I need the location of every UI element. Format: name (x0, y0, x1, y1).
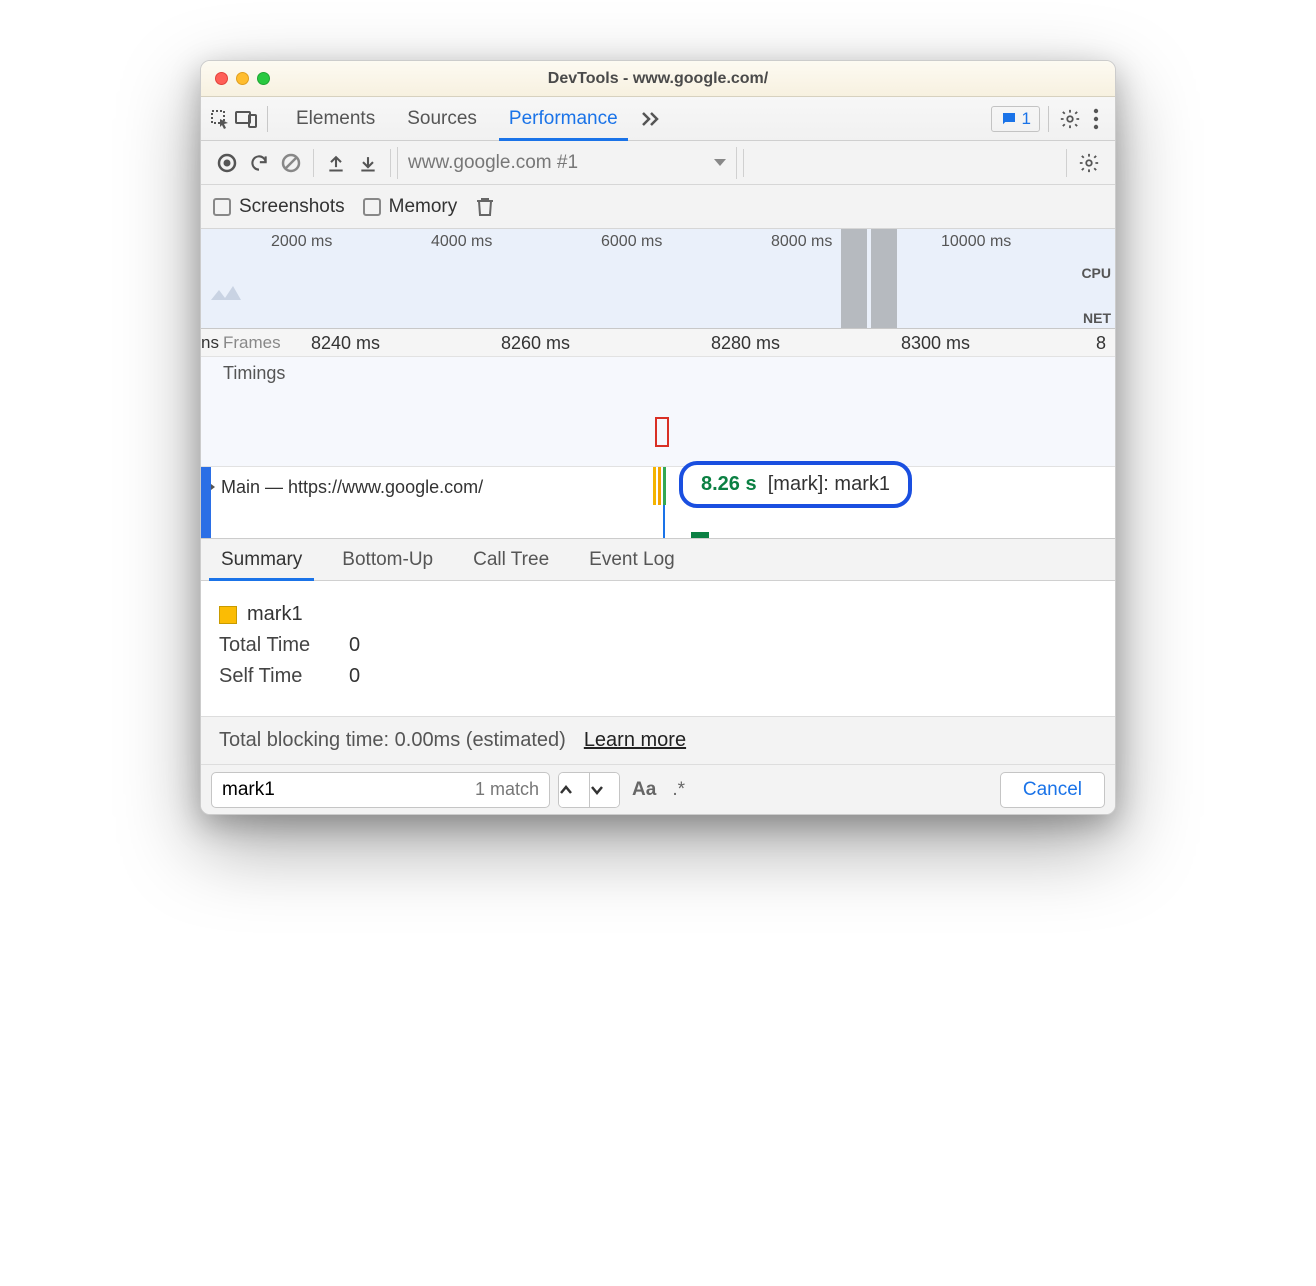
detail-tick: 8260 ms (501, 333, 570, 354)
frames-label: Frames (223, 333, 281, 353)
tab-call-tree[interactable]: Call Tree (453, 539, 569, 580)
ruler-unit: ns (201, 333, 219, 353)
summary-name: mark1 (247, 603, 303, 626)
timing-marker[interactable] (655, 417, 669, 447)
settings-icon[interactable] (1057, 106, 1083, 132)
screenshots-checkbox[interactable]: Screenshots (213, 196, 345, 218)
overview-tick: 8000 ms (771, 233, 832, 251)
learn-more-link[interactable]: Learn more (584, 729, 686, 752)
window-controls (215, 72, 270, 85)
upload-button[interactable] (320, 147, 352, 179)
zoom-window-button[interactable] (257, 72, 270, 85)
tab-sources[interactable]: Sources (391, 98, 493, 140)
self-time-value: 0 (349, 665, 360, 688)
inspect-icon[interactable] (207, 106, 233, 132)
timings-label: Timings (223, 363, 285, 384)
case-toggle[interactable]: Aa (628, 779, 660, 801)
search-box: 1 match (211, 772, 550, 808)
minimize-window-button[interactable] (236, 72, 249, 85)
screenshots-label: Screenshots (239, 196, 345, 218)
detail-tick: 8240 ms (311, 333, 380, 354)
panel-tabs: Elements Sources Performance (280, 98, 634, 140)
tab-elements[interactable]: Elements (280, 98, 391, 140)
overview-tick: 4000 ms (431, 233, 492, 251)
overview-tick: 2000 ms (271, 233, 332, 251)
recording-dropdown[interactable]: www.google.com #1 (397, 147, 737, 179)
search-input[interactable] (222, 779, 467, 801)
cpu-sparkline (211, 282, 261, 300)
search-match-count: 1 match (475, 779, 539, 800)
clear-button[interactable] (275, 147, 307, 179)
search-prev-button[interactable] (559, 773, 589, 807)
search-next-button[interactable] (589, 773, 619, 807)
download-button[interactable] (352, 147, 384, 179)
detail-tick: 8300 ms (901, 333, 970, 354)
kebab-menu-icon[interactable] (1083, 106, 1109, 132)
recording-name: www.google.com #1 (408, 152, 578, 174)
perf-toolbar: www.google.com #1 (201, 141, 1115, 185)
tab-summary[interactable]: Summary (201, 539, 322, 580)
mark-tooltip: 8.26 s [mark]: mark1 (679, 461, 912, 508)
record-button[interactable] (211, 147, 243, 179)
search-cancel-button[interactable]: Cancel (1000, 772, 1105, 808)
total-time-label: Total Time (219, 634, 349, 657)
tab-event-log[interactable]: Event Log (569, 539, 695, 580)
delete-recording-icon[interactable] (475, 196, 495, 218)
tooltip-time: 8.26 s (701, 473, 757, 495)
search-bar: 1 match Aa .* Cancel (201, 764, 1115, 814)
more-tabs-icon[interactable] (638, 106, 664, 132)
main-track-label: Main — https://www.google.com/ (221, 477, 483, 498)
color-swatch (219, 606, 237, 624)
regex-toggle[interactable]: .* (668, 779, 689, 801)
blocking-text: Total blocking time: 0.00ms (estimated) (219, 729, 566, 752)
memory-label: Memory (389, 196, 458, 218)
tab-bottom-up[interactable]: Bottom-Up (322, 539, 453, 580)
detail-tick: 8 (1096, 333, 1106, 354)
perf-options: Screenshots Memory (201, 185, 1115, 229)
detail-tick: 8280 ms (711, 333, 780, 354)
memory-checkbox[interactable]: Memory (363, 196, 458, 218)
overview-tick: 10000 ms (941, 233, 1011, 251)
cpu-label: CPU (1081, 265, 1111, 281)
chevron-down-icon (714, 159, 726, 166)
issues-badge[interactable]: 1 (991, 106, 1040, 132)
overview[interactable]: 2000 ms 4000 ms 6000 ms 8000 ms 10000 ms… (201, 229, 1115, 329)
reload-button[interactable] (243, 147, 275, 179)
flame-bars (653, 467, 671, 505)
overview-tick: 6000 ms (601, 233, 662, 251)
blocking-time-bar: Total blocking time: 0.00ms (estimated) … (201, 716, 1115, 764)
total-time-value: 0 (349, 634, 360, 657)
devtools-window: DevTools - www.google.com/ Elements Sour… (200, 60, 1116, 815)
net-label: NET (1083, 310, 1111, 326)
perf-settings-icon[interactable] (1073, 147, 1105, 179)
search-nav (558, 772, 620, 808)
window-title: DevTools - www.google.com/ (201, 70, 1115, 88)
issues-count: 1 (1022, 109, 1031, 129)
titlebar: DevTools - www.google.com/ (201, 61, 1115, 97)
device-toggle-icon[interactable] (233, 106, 259, 132)
overview-selection-handle[interactable] (871, 229, 897, 328)
tab-performance[interactable]: Performance (493, 98, 634, 140)
overview-selection-handle[interactable] (841, 229, 867, 328)
summary-pane: mark1 Total Time 0 Self Time 0 (201, 581, 1115, 716)
main-tabbar: Elements Sources Performance 1 (201, 97, 1115, 141)
details-tabs: Summary Bottom-Up Call Tree Event Log (201, 539, 1115, 581)
tooltip-text: [mark]: mark1 (768, 473, 890, 495)
self-time-label: Self Time (219, 665, 349, 688)
timings-track[interactable]: Timings (201, 357, 1115, 467)
flame-chart[interactable]: ns Frames 8240 ms 8260 ms 8280 ms 8300 m… (201, 329, 1115, 539)
close-window-button[interactable] (215, 72, 228, 85)
detail-ruler: ns Frames 8240 ms 8260 ms 8280 ms 8300 m… (201, 329, 1115, 357)
flame-segment (691, 532, 709, 538)
